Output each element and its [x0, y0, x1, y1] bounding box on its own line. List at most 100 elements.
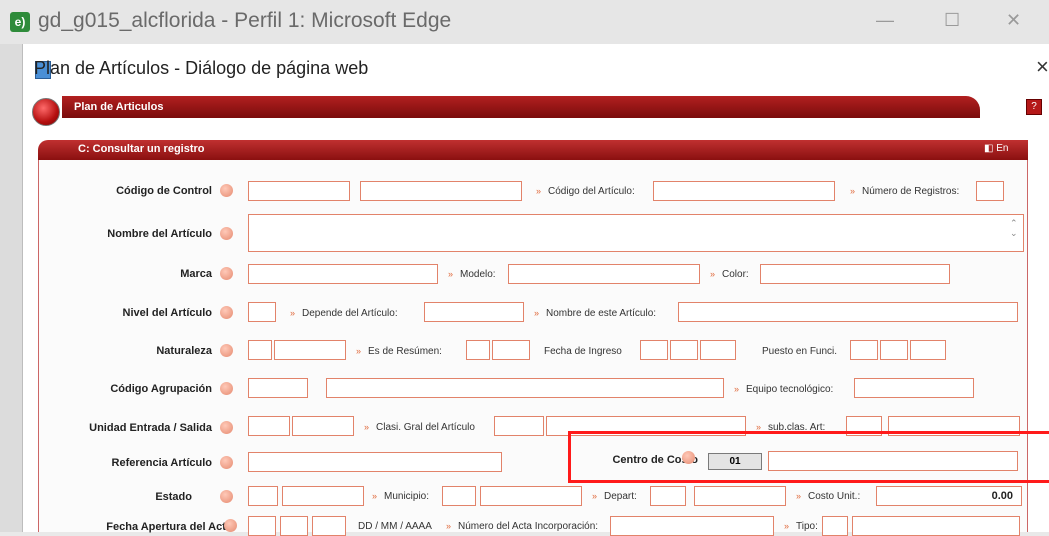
puesto-funci-aaaa[interactable] [910, 340, 946, 360]
tipo-input-2[interactable] [852, 516, 1020, 536]
unidad-entrada-input-2[interactable] [292, 416, 354, 436]
es-resumen-input-1[interactable] [466, 340, 490, 360]
label-costo-unit: Costo Unit.: [808, 491, 861, 502]
color-input[interactable] [760, 264, 950, 284]
info-dot-icon[interactable] [224, 519, 237, 532]
arrow-icon: » [784, 521, 790, 531]
window-close-icon[interactable]: ✕ [1006, 10, 1021, 31]
num-registros-input[interactable] [976, 181, 1004, 201]
naturaleza-input-2[interactable] [274, 340, 346, 360]
nivel-articulo-input[interactable] [248, 302, 276, 322]
depart-input-2[interactable] [694, 486, 786, 506]
arrow-icon: » [372, 491, 378, 501]
info-dot-icon[interactable] [220, 227, 233, 240]
arrow-icon: » [364, 422, 370, 432]
info-dot-icon[interactable] [220, 456, 233, 469]
red-round-button[interactable] [32, 98, 60, 126]
municipio-input-1[interactable] [442, 486, 476, 506]
label-naturaleza: Naturaleza [156, 345, 212, 357]
estado-input-1[interactable] [248, 486, 278, 506]
unidad-entrada-input-1[interactable] [248, 416, 290, 436]
clasi-gral-input-1[interactable] [494, 416, 544, 436]
label-municipio: Municipio: [384, 491, 430, 502]
label-depart: Depart: [604, 491, 637, 502]
label-num-registros: Número de Registros: [862, 186, 960, 197]
municipio-input-2[interactable] [480, 486, 582, 506]
fecha-ingreso-mm[interactable] [670, 340, 698, 360]
codigo-control-input-1[interactable] [248, 181, 350, 201]
info-dot-icon[interactable] [220, 490, 233, 503]
codigo-agrupacion-input-2[interactable] [326, 378, 724, 398]
costo-unit-input[interactable]: 0.00 [876, 486, 1022, 506]
help-icon[interactable]: ? [1026, 99, 1042, 115]
arrow-icon: » [356, 346, 362, 356]
nombre-este-articulo-input[interactable] [678, 302, 1018, 322]
dialog-title: Plan de Artículos - Diálogo de página we… [34, 58, 369, 78]
label-unidad-entrada: Unidad Entrada / Salida [89, 422, 212, 434]
label-nivel-articulo: Nivel del Artículo [122, 307, 212, 319]
estado-input-2[interactable] [282, 486, 364, 506]
arrow-icon: » [534, 308, 540, 318]
info-dot-icon[interactable] [220, 306, 233, 319]
depende-articulo-input[interactable] [424, 302, 524, 322]
nombre-articulo-textarea[interactable] [248, 214, 1024, 252]
depart-input-1[interactable] [650, 486, 686, 506]
fecha-apertura-aaaa[interactable] [312, 516, 346, 536]
info-dot-icon[interactable] [220, 184, 233, 197]
label-color: Color: [722, 269, 749, 280]
section-tools-icon[interactable]: ◧ En [984, 143, 1008, 154]
fecha-apertura-mm[interactable] [280, 516, 308, 536]
main-banner [62, 96, 980, 118]
label-fecha-apertura: Fecha Apertura del Acta [106, 521, 232, 533]
edge-logo-icon: e) [10, 12, 30, 32]
arrow-icon: » [592, 491, 598, 501]
arrow-icon: » [290, 308, 296, 318]
info-dot-icon[interactable] [220, 421, 233, 434]
browser-window-title: gd_g015_alcflorida - Perfil 1: Microsoft… [38, 9, 452, 32]
naturaleza-input-1[interactable] [248, 340, 272, 360]
label-es-resumen: Es de Resúmen: [368, 346, 442, 357]
puesto-funci-dd[interactable] [850, 340, 878, 360]
label-fecha-ingreso: Fecha de Ingreso [544, 346, 622, 357]
label-numero-acta: Número del Acta Incorporación: [458, 521, 599, 532]
es-resumen-input-2[interactable] [492, 340, 530, 360]
tipo-input-1[interactable] [822, 516, 848, 536]
label-referencia: Referencia Artículo [111, 457, 212, 469]
maximize-icon[interactable]: ☐ [944, 10, 960, 31]
arrow-icon: » [448, 269, 454, 279]
modelo-input[interactable] [508, 264, 700, 284]
label-codigo-agrupacion: Código Agrupación [110, 383, 212, 395]
label-clasi-gral: Clasi. Gral del Artículo [376, 422, 475, 433]
numero-acta-input[interactable] [610, 516, 774, 536]
background-window [0, 44, 22, 532]
puesto-funci-mm[interactable] [880, 340, 908, 360]
codigo-articulo-input[interactable] [653, 181, 835, 201]
codigo-control-input-2[interactable] [360, 181, 522, 201]
info-dot-icon[interactable] [220, 344, 233, 357]
arrow-icon: » [796, 491, 802, 501]
fecha-ingreso-aaaa[interactable] [700, 340, 736, 360]
label-dd-mm-aaaa: DD / MM / AAAA [358, 521, 432, 532]
info-dot-icon[interactable] [220, 382, 233, 395]
minimize-icon[interactable]: — [876, 10, 894, 31]
label-tipo: Tipo: [796, 521, 818, 532]
textarea-scroll-icon[interactable]: ⌃ ⌄ [1010, 218, 1018, 238]
arrow-icon: » [734, 384, 740, 394]
equipo-tecnologico-input[interactable] [854, 378, 974, 398]
label-modelo: Modelo: [460, 269, 496, 280]
label-estado: Estado [155, 491, 192, 503]
referencia-input[interactable] [248, 452, 502, 472]
label-equipo-tecnologico: Equipo tecnológico: [746, 384, 834, 395]
fecha-ingreso-dd[interactable] [640, 340, 668, 360]
fecha-apertura-dd[interactable] [248, 516, 276, 536]
banner-title: Plan de Articulos [74, 101, 164, 113]
info-dot-icon[interactable] [220, 267, 233, 280]
dialog-close-button[interactable]: × [1036, 54, 1049, 80]
marca-input[interactable] [248, 264, 438, 284]
label-marca: Marca [180, 268, 212, 280]
codigo-agrupacion-input-1[interactable] [248, 378, 308, 398]
label-codigo-articulo: Código del Artículo: [548, 186, 635, 197]
label-nombre-este-articulo: Nombre de este Artículo: [546, 308, 657, 319]
arrow-icon: » [710, 269, 716, 279]
section-title: C: Consultar un registro [78, 143, 205, 155]
